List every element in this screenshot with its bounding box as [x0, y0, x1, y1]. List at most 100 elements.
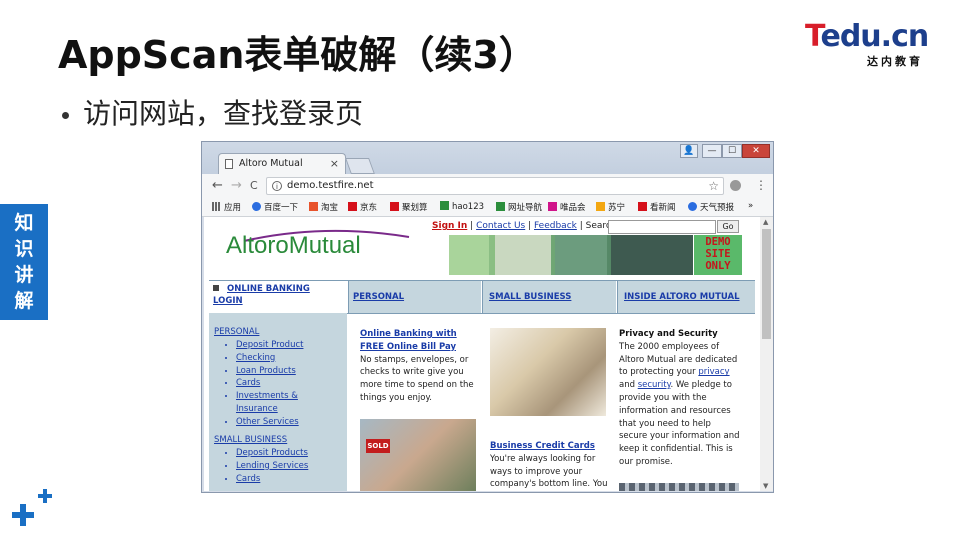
nav-small-business[interactable]: SMALL BUSINESS	[482, 281, 616, 313]
bookmark-nav[interactable]: 网址导航	[496, 201, 542, 213]
bullet-dot	[62, 111, 69, 119]
side-tag: 知 识 讲 解	[0, 204, 48, 320]
bookmark-suning[interactable]: 苏宁	[596, 201, 625, 213]
online-banking-heading[interactable]: Online Banking with	[360, 328, 485, 341]
sidebar-item[interactable]: Other Services	[236, 416, 303, 429]
lock-icon	[213, 285, 219, 291]
sidebar-item[interactable]: Deposit Product	[236, 339, 303, 352]
scroll-down-icon[interactable]: ▼	[763, 482, 768, 490]
bullet-item: 访问网站，查找登录页	[62, 92, 363, 132]
bookmarks-more-button[interactable]: »	[748, 201, 753, 211]
body-text: secure your information and	[619, 431, 740, 442]
bookmark-taobao[interactable]: 淘宝	[309, 201, 338, 213]
body-text: company's bottom line. You	[490, 479, 608, 490]
hao123-icon	[440, 201, 449, 210]
bookmark-weather[interactable]: 天气预报	[688, 201, 734, 213]
nav-inside-altoro[interactable]: INSIDE ALTORO MUTUAL	[617, 281, 755, 313]
bookmark-vip[interactable]: 唯品会	[548, 201, 586, 213]
jd-icon	[348, 202, 357, 211]
tedu-logo: Tedu.cn 达内教育	[805, 19, 935, 69]
address-bar[interactable]: i demo.testfire.net ☆	[266, 177, 724, 195]
go-button[interactable]: Go	[717, 220, 739, 233]
sidebar-item[interactable]: Cards	[236, 377, 303, 390]
bookmark-hao123[interactable]: hao123	[440, 201, 484, 212]
demo-site-badge: DEMO SITE ONLY	[694, 235, 742, 275]
banner-image	[449, 235, 693, 275]
privacy-link[interactable]: privacy	[698, 367, 729, 377]
sidebar-item[interactable]: Insurance	[236, 403, 303, 416]
forward-button[interactable]: →	[231, 178, 242, 193]
sign-in-link[interactable]: Sign In	[432, 221, 467, 231]
url-text: demo.testfire.net	[287, 180, 374, 191]
bookmark-jd[interactable]: 京东	[348, 201, 377, 213]
user-icon[interactable]: 👤	[680, 144, 698, 158]
body-text: provide you with the	[619, 392, 707, 403]
sidebar-item[interactable]: Loan Products	[236, 365, 303, 378]
browser-window: Altoro Mutual × 👤 — ☐ ✕ ← → C i demo.tes…	[201, 141, 774, 493]
back-button[interactable]: ←	[212, 178, 223, 193]
tab-title: Altoro Mutual	[239, 158, 303, 169]
tab-close-icon[interactable]: ×	[330, 157, 339, 170]
logo-cn: .cn	[880, 19, 930, 54]
altoro-logo[interactable]: AltoroMutual	[226, 232, 361, 260]
maximize-button[interactable]: ☐	[722, 144, 742, 158]
bookmark-news[interactable]: 看新闻	[638, 201, 676, 213]
nav-site-icon	[496, 202, 505, 211]
body-text: more time to spend on the	[360, 380, 474, 391]
nav-online-banking[interactable]: ONLINE BANKING LOGIN	[209, 281, 347, 313]
scroll-up-icon[interactable]: ▲	[763, 218, 768, 226]
body-text: ways to improve your	[490, 466, 583, 477]
sidebar-small-business[interactable]: SMALL BUSINESS	[214, 435, 287, 445]
body-text: checks to write give you	[360, 367, 464, 378]
sidebar-item[interactable]: Checking	[236, 352, 303, 365]
page-icon	[225, 159, 233, 169]
bill-pay-heading[interactable]: FREE Online Bill Pay	[360, 341, 485, 354]
reload-button[interactable]: C	[250, 179, 258, 192]
extension-icon[interactable]	[730, 180, 741, 191]
personal-list: Deposit Product Checking Loan Products C…	[221, 339, 303, 429]
sidebar-item[interactable]: Deposit Products	[236, 447, 308, 460]
bookmark-juhuasuan[interactable]: 聚划算	[390, 201, 428, 213]
logo-altoro-text: Altoro	[226, 232, 289, 259]
new-tab-button[interactable]	[345, 158, 375, 174]
logo-subtitle: 达内教育	[867, 55, 923, 68]
browser-toolbar: ← → C i demo.testfire.net ☆ ⋮	[202, 174, 773, 198]
scroll-thumb[interactable]	[762, 229, 771, 339]
bullet-text: 访问网站，查找登录页	[83, 97, 364, 130]
sidebar-item[interactable]: Lending Services	[236, 460, 308, 473]
body-text: and	[619, 380, 635, 391]
close-button[interactable]: ✕	[742, 144, 770, 158]
business-list: Deposit Products Lending Services Cards	[221, 447, 308, 485]
security-link[interactable]: security	[638, 380, 671, 390]
sidebar-item[interactable]: Cards	[236, 473, 308, 486]
col-privacy: Privacy and Security The 2000 employees …	[619, 328, 759, 469]
star-icon[interactable]: ☆	[708, 179, 719, 193]
search-input[interactable]	[608, 220, 716, 234]
vip-icon	[548, 202, 557, 211]
scrollbar[interactable]: ▲ ▼	[760, 217, 773, 491]
privacy-heading: Privacy and Security	[619, 329, 718, 339]
logo-edu: edu	[820, 19, 881, 54]
sidebar-item[interactable]: Investments &	[236, 390, 303, 403]
body-text: You're always looking for	[490, 453, 596, 464]
banner-photo	[555, 235, 607, 275]
feedback-link[interactable]: Feedback	[534, 221, 577, 231]
contact-us-link[interactable]: Contact Us	[476, 221, 525, 231]
minimize-button[interactable]: —	[702, 144, 722, 158]
info-icon[interactable]: i	[272, 181, 282, 191]
slide-title: AppScan表单破解（续3）	[58, 33, 537, 77]
logo-t: T	[805, 19, 822, 54]
bookmark-baidu[interactable]: 百度一下	[252, 201, 298, 213]
top-links: Sign In | Contact Us | Feedback | Search	[432, 221, 617, 231]
plus-decoration-icon	[12, 489, 52, 526]
credit-cards-photo	[490, 328, 606, 416]
business-credit-cards-heading[interactable]: Business Credit Cards	[490, 440, 620, 453]
menu-icon[interactable]: ⋮	[755, 178, 767, 192]
sidebar-personal[interactable]: PERSONAL	[214, 327, 259, 337]
title-bar: Altoro Mutual × 👤 — ☐ ✕	[202, 142, 773, 174]
side-tag-char: 解	[14, 290, 34, 312]
body-text: that you need to help	[619, 418, 711, 429]
nav-personal[interactable]: PERSONAL	[348, 281, 481, 313]
browser-tab[interactable]: Altoro Mutual ×	[218, 153, 346, 174]
bookmark-apps[interactable]: 应用	[212, 201, 241, 213]
